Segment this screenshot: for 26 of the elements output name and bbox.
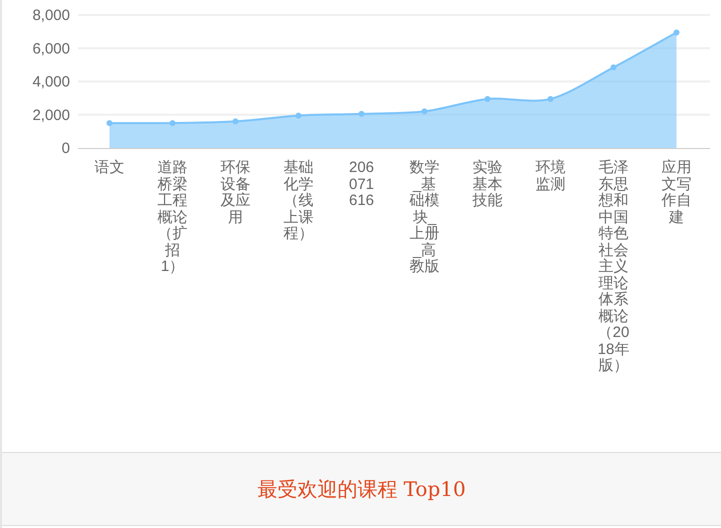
chart-title: 最受欢迎的课程 Top10 (257, 476, 466, 503)
x-tick-label: 实验基本技能 (472, 160, 504, 211)
data-point (548, 96, 554, 102)
y-tick-label: 2,000 (32, 106, 70, 124)
x-tick-label: 语文 (94, 160, 126, 178)
x-tick-label: 206071616 (348, 160, 376, 211)
data-point (610, 64, 616, 70)
x-tick-label: 数学_基础模块_上册_高教版 (408, 160, 440, 277)
x-tick-label: 环保设备及应用 (220, 160, 252, 228)
y-tick-label: 8,000 (32, 7, 70, 24)
x-tick-label: 基础化学（线上课程） (282, 160, 314, 244)
data-point (296, 112, 302, 119)
data-point (170, 120, 176, 126)
data-point (422, 108, 428, 114)
x-tick-label: 道路桥梁工程概论（扩招1） (156, 160, 188, 277)
data-point (232, 118, 238, 124)
x-tick-label: 毛泽东思想和中国特色社会主义理论体系概论（2018年版） (598, 160, 630, 374)
data-point (106, 120, 112, 126)
data-point (358, 110, 364, 117)
data-point (674, 29, 680, 36)
y-tick-label: 6,000 (32, 40, 70, 58)
y-tick-label: 4,000 (32, 74, 70, 90)
data-point (484, 96, 490, 102)
x-tick-label: 环境监测 (534, 160, 566, 194)
x-tick-label: 应用文写作自建 (660, 160, 692, 228)
y-tick-label: 0 (62, 140, 70, 157)
